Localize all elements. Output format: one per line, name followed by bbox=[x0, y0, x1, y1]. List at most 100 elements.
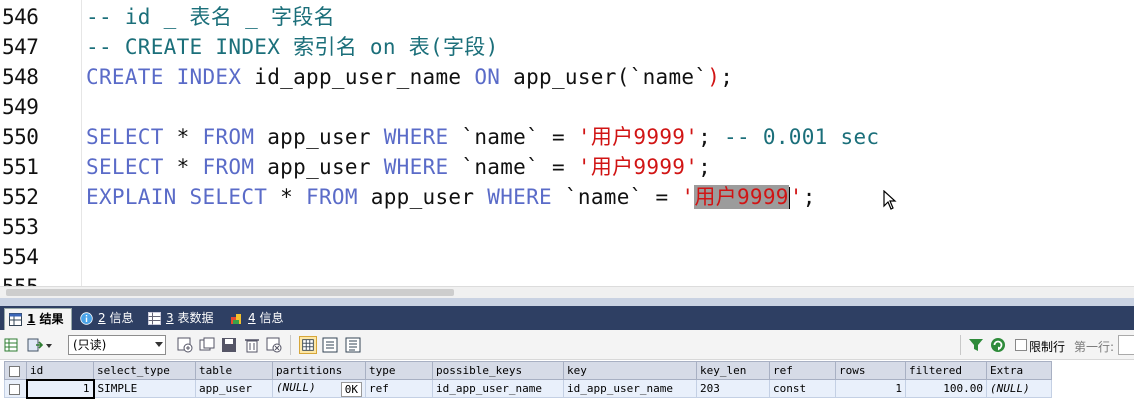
delete-icon[interactable] bbox=[243, 336, 261, 354]
table-row[interactable]: 1 SIMPLE app_user (NULL) 0K ref id_app_u… bbox=[4, 378, 1052, 399]
sql-editor[interactable]: 546 547 548 549 550 551 552 553 554 555 -- id _ 表… bbox=[0, 0, 1134, 286]
code-token: '用户9999' bbox=[577, 125, 699, 149]
column-header[interactable]: select_type bbox=[93, 361, 196, 380]
code-token: app_user bbox=[254, 125, 384, 149]
cell-id[interactable]: 1 bbox=[25, 378, 95, 399]
cell-rows[interactable]: 1 bbox=[835, 379, 906, 398]
row-select-cell[interactable] bbox=[4, 379, 27, 398]
mouse-pointer-icon bbox=[883, 190, 897, 210]
result-grid[interactable]: id select_type table partitions type pos… bbox=[0, 361, 1134, 411]
table-grid-icon bbox=[9, 313, 22, 326]
line-number: 547 bbox=[2, 35, 39, 59]
column-header[interactable]: Extra bbox=[986, 361, 1052, 380]
import-icon[interactable] bbox=[26, 336, 44, 354]
tab-number: 3 bbox=[166, 311, 174, 325]
code-token: FROM bbox=[306, 185, 358, 209]
cell-select-type[interactable]: SIMPLE bbox=[93, 379, 196, 398]
line-number: 549 bbox=[2, 95, 39, 119]
code-line[interactable]: -- CREATE INDEX 索引名 on 表(字段) bbox=[86, 32, 499, 62]
line-number: 551 bbox=[2, 155, 39, 179]
code-token: WHERE bbox=[487, 185, 552, 209]
select-all-checkbox[interactable] bbox=[9, 365, 20, 377]
code-token: ; bbox=[802, 185, 816, 209]
filter-icon[interactable] bbox=[967, 336, 985, 354]
column-header[interactable]: rows bbox=[835, 361, 906, 380]
code-token: `name` = bbox=[448, 155, 578, 179]
add-row-icon[interactable] bbox=[176, 336, 194, 354]
code-token: app_user bbox=[357, 185, 488, 209]
column-header[interactable]: partitions bbox=[272, 361, 366, 380]
text-view-icon[interactable] bbox=[344, 336, 362, 354]
code-line[interactable]: SELECT * FROM app_user WHERE `name` = '用… bbox=[86, 152, 711, 182]
toolbar-divider bbox=[290, 335, 291, 355]
cell-ref[interactable]: const bbox=[769, 379, 836, 398]
column-header[interactable]: ref bbox=[769, 361, 836, 380]
tab-table-data[interactable]: 3 表数据 bbox=[144, 308, 224, 329]
code-token: SELECT bbox=[86, 125, 164, 149]
tab-info[interactable]: 2 信息 bbox=[76, 308, 138, 329]
code-token: * bbox=[163, 125, 203, 149]
code-token: WHERE bbox=[383, 155, 449, 179]
code-token: ON bbox=[474, 65, 501, 89]
cell-partitions[interactable]: (NULL) 0K bbox=[272, 379, 366, 398]
code-token: * bbox=[163, 155, 203, 179]
code-token: app_user bbox=[254, 155, 384, 179]
partitions-size-badge: 0K bbox=[340, 381, 362, 397]
cell-key[interactable]: id_app_user_name bbox=[563, 379, 697, 398]
code-token: -- id _ 表名 _ 字段名 bbox=[86, 5, 335, 29]
first-row-label: 第一行: bbox=[1074, 340, 1115, 354]
cell-table[interactable]: app_user bbox=[195, 379, 273, 398]
code-line[interactable]: CREATE INDEX id_app_user_name ON app_use… bbox=[86, 62, 733, 92]
code-line[interactable]: SELECT * FROM app_user WHERE `name` = '用… bbox=[86, 122, 879, 152]
first-row-input[interactable] bbox=[1118, 335, 1134, 355]
tab-number: 4 bbox=[248, 311, 256, 325]
selected-text: 用户9999 bbox=[694, 185, 789, 209]
horizontal-scrollbar[interactable] bbox=[0, 286, 1134, 298]
code-token: -- 0.001 sec bbox=[724, 125, 880, 149]
save-icon[interactable] bbox=[220, 336, 238, 354]
cell-filtered[interactable]: 100.00 bbox=[905, 379, 987, 398]
tab-label: 信息 bbox=[109, 311, 134, 325]
duplicate-row-icon[interactable] bbox=[198, 336, 216, 354]
row-checkbox[interactable] bbox=[9, 383, 20, 395]
tab-results[interactable]: 1 结果 bbox=[4, 308, 72, 330]
scrollbar-thumb[interactable] bbox=[6, 289, 454, 296]
column-header[interactable]: id bbox=[26, 361, 94, 380]
line-number: 548 bbox=[2, 65, 39, 89]
code-token: id_app_user_name bbox=[241, 65, 475, 89]
panel-splitter[interactable] bbox=[0, 298, 1134, 306]
code-token: FROM bbox=[202, 125, 255, 149]
readonly-select[interactable]: (只读) bbox=[68, 335, 166, 355]
limit-rows-checkbox[interactable] bbox=[1015, 339, 1027, 351]
cell-key-len[interactable]: 203 bbox=[696, 379, 770, 398]
column-header[interactable]: possible_keys bbox=[432, 361, 564, 380]
grid-view-icon[interactable] bbox=[299, 336, 317, 354]
line-number-gutter: 546 547 548 549 550 551 552 553 554 555 bbox=[0, 0, 82, 286]
column-header[interactable]: filtered bbox=[905, 361, 987, 380]
chevron-down-icon bbox=[155, 342, 163, 347]
form-view-icon[interactable] bbox=[321, 336, 339, 354]
cell-extra[interactable]: (NULL) bbox=[986, 379, 1052, 398]
column-header[interactable]: type bbox=[365, 361, 433, 380]
code-token: app_user(`name` bbox=[500, 65, 708, 89]
code-token: ; bbox=[698, 155, 712, 179]
cell-type[interactable]: ref bbox=[365, 379, 433, 398]
tab-info-2[interactable]: 4 信息 bbox=[226, 308, 288, 329]
chevron-down-icon[interactable] bbox=[46, 344, 52, 348]
code-token: ) bbox=[707, 65, 721, 89]
code-token: ' bbox=[681, 185, 695, 209]
cell-possible-keys[interactable]: id_app_user_name bbox=[432, 379, 564, 398]
export-grid-icon[interactable] bbox=[4, 336, 22, 354]
info-icon bbox=[80, 312, 93, 325]
code-token: `name` = bbox=[448, 125, 578, 149]
code-line[interactable]: EXPLAIN SELECT * FROM app_user WHERE `na… bbox=[86, 182, 816, 212]
refresh-icon[interactable] bbox=[989, 336, 1007, 354]
cancel-changes-icon[interactable] bbox=[265, 336, 283, 354]
column-header[interactable]: key_len bbox=[696, 361, 770, 380]
readonly-select-value: (只读) bbox=[73, 338, 107, 352]
column-header[interactable]: key bbox=[563, 361, 697, 380]
code-token: ' bbox=[789, 185, 803, 209]
select-all-header[interactable] bbox=[4, 361, 27, 380]
code-line[interactable]: -- id _ 表名 _ 字段名 bbox=[86, 2, 335, 32]
column-header[interactable]: table bbox=[195, 361, 273, 380]
